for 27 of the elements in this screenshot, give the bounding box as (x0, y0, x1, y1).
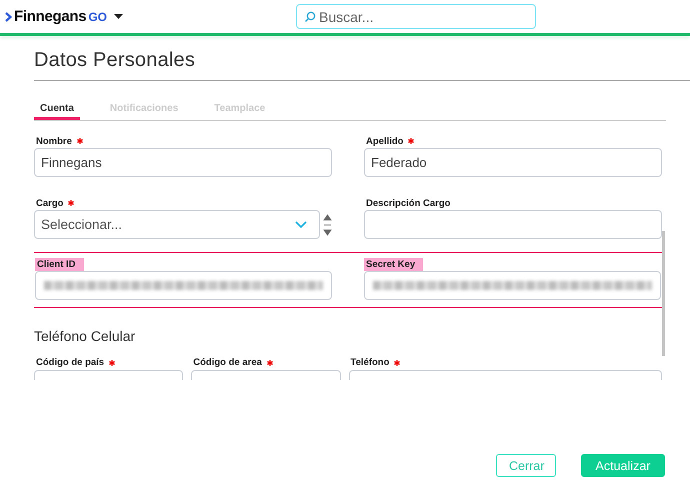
input-field[interactable] (364, 271, 661, 300)
chevron-down-icon (295, 220, 307, 228)
field-label: Código de area (192, 356, 263, 370)
logo-suffix: GO (88, 10, 107, 24)
field-label: Cargo (35, 198, 64, 208)
field-label: Descripción Cargo (365, 198, 452, 208)
spinner-arrows-icon[interactable] (323, 214, 332, 236)
field-label: Client ID (35, 258, 84, 270)
search-field[interactable]: Buscar... (296, 4, 536, 29)
field-label: Código de país (35, 356, 106, 370)
search-icon (304, 11, 316, 23)
input-field[interactable] (35, 271, 332, 300)
field-label: Apellido (365, 136, 404, 146)
input-field[interactable]: Finnegans (34, 148, 332, 177)
tab[interactable]: Cuenta (34, 103, 80, 120)
caret-icon[interactable] (114, 14, 123, 20)
field-label: Teléfono (350, 356, 390, 370)
page-title: Datos Personales (34, 49, 690, 81)
field-label: Secret Key (364, 258, 424, 270)
field-label: Nombre (35, 136, 73, 146)
section-title: Teléfono Celular (34, 328, 136, 344)
select-field[interactable]: Seleccionar... (34, 210, 320, 239)
input-field[interactable] (364, 210, 662, 239)
scrollbar[interactable] (662, 231, 665, 356)
chevron-logo-icon (5, 12, 12, 22)
logo-text: Finnegans (14, 8, 86, 25)
input-field[interactable]: Federado (364, 148, 662, 177)
